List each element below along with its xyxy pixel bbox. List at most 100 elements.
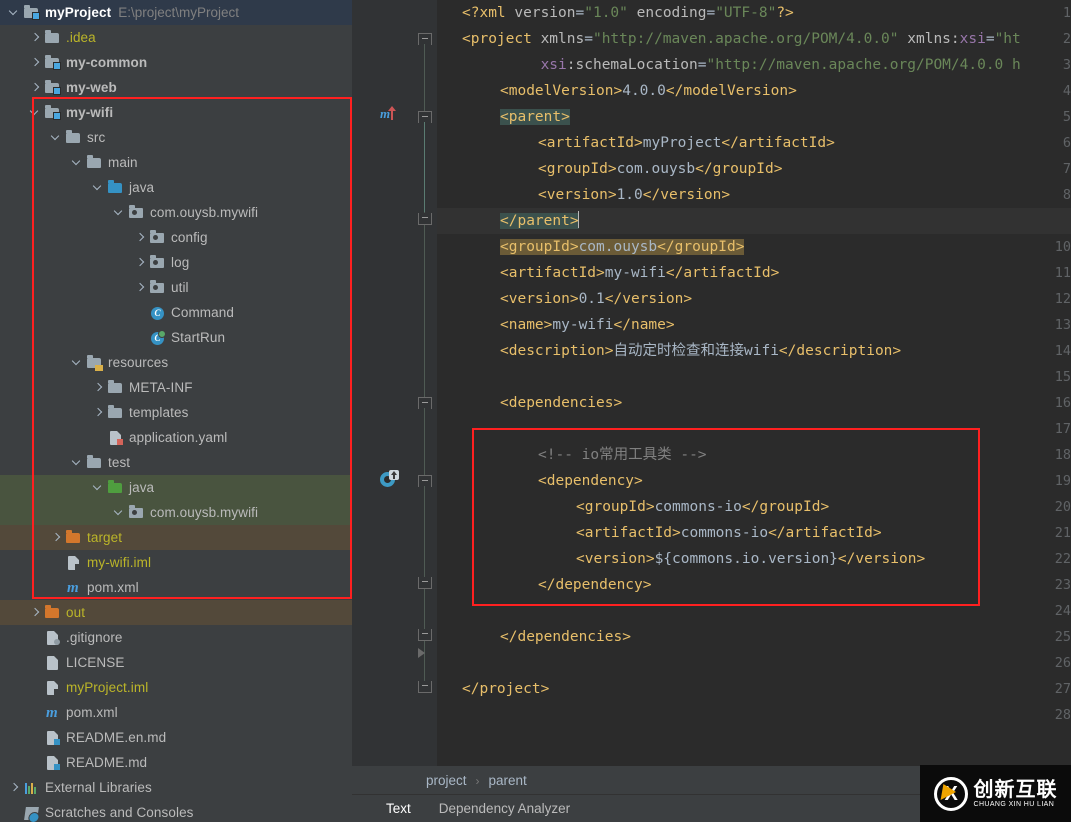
code-line[interactable]: <dependencies> <box>437 390 1071 416</box>
code-line[interactable] <box>437 702 1071 728</box>
code-line[interactable] <box>437 364 1071 390</box>
tree-row-main[interactable]: main <box>0 150 352 175</box>
chevron-right-icon[interactable] <box>134 231 147 244</box>
code-line[interactable]: </parent> <box>437 208 1071 234</box>
code-line[interactable] <box>437 416 1071 442</box>
tree-row-command[interactable]: CCommand <box>0 300 352 325</box>
tree-row-license[interactable]: LICENSE <box>0 650 352 675</box>
tree-row-my-common[interactable]: my-common <box>0 50 352 75</box>
project-tree-panel[interactable]: myProjectE:\project\myProject.ideamy-com… <box>0 0 352 822</box>
breadcrumb-item-project[interactable]: project <box>426 773 467 788</box>
tree-row-templates[interactable]: templates <box>0 400 352 425</box>
tree-row--gitignore[interactable]: .gitignore <box>0 625 352 650</box>
tree-row-log[interactable]: log <box>0 250 352 275</box>
code-line[interactable]: <modelVersion>4.0.0</modelVersion> <box>437 78 1071 104</box>
code-line[interactable]: <?xml version="1.0" encoding="UTF-8"?> <box>437 0 1071 26</box>
tree-row-application-yaml[interactable]: application.yaml <box>0 425 352 450</box>
code-line[interactable]: <version>${commons.io.version}</version> <box>437 546 1071 572</box>
fold-marker-line-5[interactable] <box>418 111 431 124</box>
tree-row-meta-inf[interactable]: META-INF <box>0 375 352 400</box>
code-line[interactable] <box>437 650 1071 676</box>
chevron-right-icon[interactable] <box>134 281 147 294</box>
tree-row-startrun[interactable]: CStartRun <box>0 325 352 350</box>
run-marker-icon[interactable] <box>418 648 425 658</box>
tab-text[interactable]: Text <box>372 795 425 822</box>
tree-row-pom-xml[interactable]: mpom.xml <box>0 700 352 725</box>
tree-row--idea[interactable]: .idea <box>0 25 352 50</box>
chevron-right-icon[interactable] <box>29 606 42 619</box>
code-line[interactable]: </dependencies> <box>437 624 1071 650</box>
tree-row-test[interactable]: test <box>0 450 352 475</box>
code-line[interactable]: </dependency> <box>437 572 1071 598</box>
chevron-down-icon[interactable] <box>92 481 105 494</box>
code-line[interactable]: <artifactId>my-wifi</artifactId> <box>437 260 1071 286</box>
tree-row-scratches-and-consoles[interactable]: Scratches and Consoles <box>0 800 352 822</box>
chevron-down-icon[interactable] <box>113 206 126 219</box>
tree-row-myproject-iml[interactable]: myProject.iml <box>0 675 352 700</box>
code-line[interactable]: <version>1.0</version> <box>437 182 1071 208</box>
tree-row-util[interactable]: util <box>0 275 352 300</box>
chevron-right-icon[interactable] <box>92 381 105 394</box>
code-line[interactable]: <groupId>com.ouysb</groupId> <box>437 234 1071 260</box>
tree-row-com-ouysb-mywifi[interactable]: com.ouysb.mywifi <box>0 200 352 225</box>
tree-row-my-wifi-iml[interactable]: my-wifi.iml <box>0 550 352 575</box>
chevron-right-icon[interactable] <box>29 81 42 94</box>
code-line[interactable]: </project> <box>437 676 1071 702</box>
fold-marker-line-9[interactable] <box>418 213 431 226</box>
code-line[interactable]: <description>自动定时检查和连接wifi</description> <box>437 338 1071 364</box>
fold-marker-line-25[interactable] <box>418 629 431 642</box>
code-line[interactable]: <version>0.1</version> <box>437 286 1071 312</box>
tree-row-target[interactable]: target <box>0 525 352 550</box>
chevron-down-icon[interactable] <box>71 156 84 169</box>
tree-row-java[interactable]: java <box>0 175 352 200</box>
chevron-right-icon[interactable] <box>92 406 105 419</box>
code-editor[interactable]: 1234567891011121314151617181920212223242… <box>352 0 1071 822</box>
tree-row-my-wifi[interactable]: my-wifi <box>0 100 352 125</box>
chevron-right-icon[interactable] <box>8 781 21 794</box>
tree-row-readme-en-md[interactable]: README.en.md <box>0 725 352 750</box>
code-line[interactable]: <dependency> <box>437 468 1071 494</box>
chevron-right-icon[interactable] <box>29 56 42 69</box>
code-line[interactable]: <artifactId>myProject</artifactId> <box>437 130 1071 156</box>
code-line[interactable]: <groupId>commons-io</groupId> <box>437 494 1071 520</box>
chevron-down-icon[interactable] <box>71 356 84 369</box>
project-tree[interactable]: myProjectE:\project\myProject.ideamy-com… <box>0 0 352 822</box>
fold-marker-line-19[interactable] <box>418 475 431 488</box>
code-line[interactable]: <project xmlns="http://maven.apache.org/… <box>437 26 1071 52</box>
fold-marker-line-23[interactable] <box>418 577 431 590</box>
tree-row-myproject[interactable]: myProjectE:\project\myProject <box>0 0 352 25</box>
tree-row-config[interactable]: config <box>0 225 352 250</box>
chevron-right-icon[interactable] <box>29 31 42 44</box>
chevron-right-icon[interactable] <box>50 531 63 544</box>
chevron-down-icon[interactable] <box>8 6 21 19</box>
chevron-down-icon[interactable] <box>113 506 126 519</box>
code-line[interactable] <box>437 598 1071 624</box>
tree-row-src[interactable]: src <box>0 125 352 150</box>
fold-marker-line-2[interactable] <box>418 33 431 46</box>
chevron-down-icon[interactable] <box>71 456 84 469</box>
tree-row-out[interactable]: out <box>0 600 352 625</box>
fold-marker-line-27[interactable] <box>418 681 431 694</box>
tab-dependency-analyzer[interactable]: Dependency Analyzer <box>425 795 584 822</box>
dependency-update-icon[interactable] <box>380 471 398 489</box>
chevron-right-icon[interactable] <box>134 256 147 269</box>
maven-reimport-icon[interactable]: m <box>380 106 398 124</box>
tree-row-my-web[interactable]: my-web <box>0 75 352 100</box>
code-line[interactable]: <name>my-wifi</name> <box>437 312 1071 338</box>
tree-row-readme-md[interactable]: README.md <box>0 750 352 775</box>
chevron-down-icon[interactable] <box>92 181 105 194</box>
tree-row-java[interactable]: java <box>0 475 352 500</box>
code-line[interactable]: <parent> <box>437 104 1071 130</box>
tree-row-com-ouysb-mywifi[interactable]: com.ouysb.mywifi <box>0 500 352 525</box>
code-content[interactable]: <?xml version="1.0" encoding="UTF-8"?><p… <box>437 0 1071 728</box>
fold-marker-line-16[interactable] <box>418 397 431 410</box>
chevron-down-icon[interactable] <box>29 106 42 119</box>
code-line[interactable]: <artifactId>commons-io</artifactId> <box>437 520 1071 546</box>
code-line[interactable]: <groupId>com.ouysb</groupId> <box>437 156 1071 182</box>
tree-row-resources[interactable]: resources <box>0 350 352 375</box>
chevron-down-icon[interactable] <box>50 131 63 144</box>
code-line[interactable]: <!-- io常用工具类 --> <box>437 442 1071 468</box>
code-line[interactable]: xsi:schemaLocation="http://maven.apache.… <box>437 52 1071 78</box>
tree-row-external-libraries[interactable]: External Libraries <box>0 775 352 800</box>
tree-row-pom-xml[interactable]: mpom.xml <box>0 575 352 600</box>
